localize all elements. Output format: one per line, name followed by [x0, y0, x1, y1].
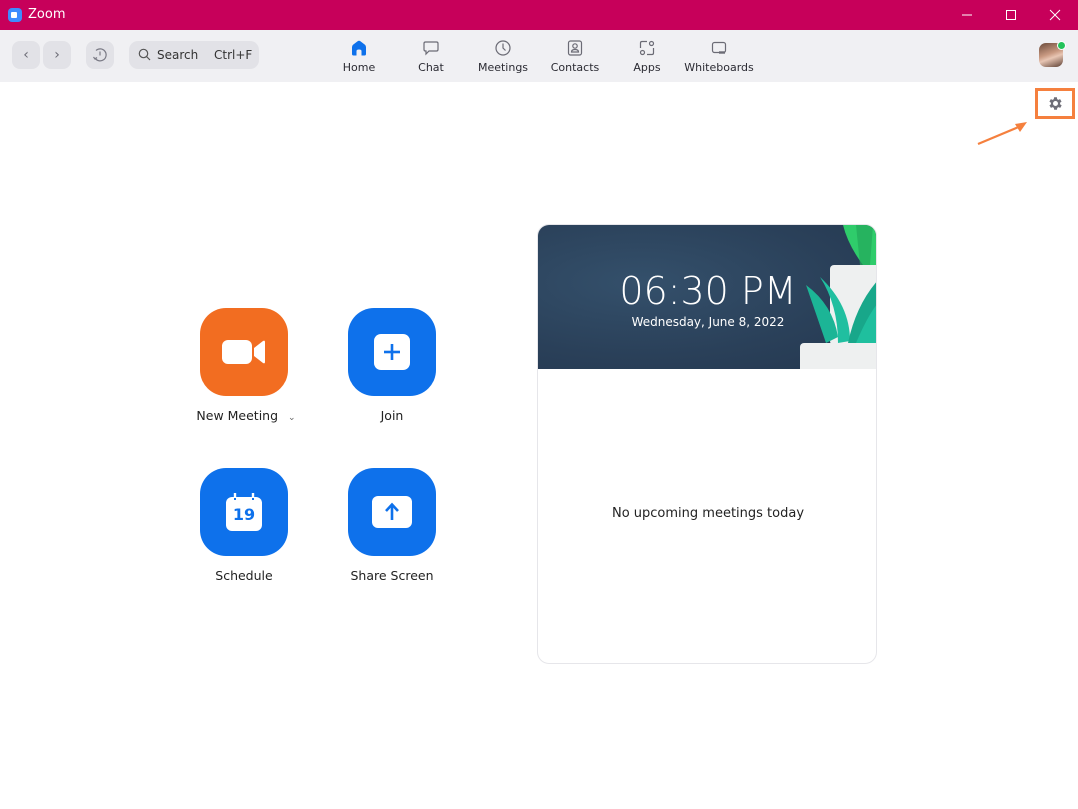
- minimize-icon: [962, 14, 972, 16]
- current-time: 06:30 PM: [619, 269, 797, 313]
- whiteboard-icon: [711, 41, 727, 54]
- no-meetings-message: No upcoming meetings today: [611, 506, 805, 521]
- tab-apps[interactable]: Apps: [611, 38, 683, 78]
- plus-icon: [374, 334, 410, 370]
- clock-icon: [495, 40, 511, 56]
- current-date: Wednesday, June 8, 2022: [631, 315, 785, 329]
- search-shortcut: Ctrl+F: [214, 48, 253, 62]
- chevron-left-icon: ‹: [23, 47, 29, 63]
- video-camera-icon: [222, 340, 265, 364]
- annotation-arrow-icon: [977, 122, 1027, 146]
- share-screen-button[interactable]: [348, 468, 436, 556]
- close-button[interactable]: [1032, 0, 1078, 30]
- history-icon: [93, 48, 107, 62]
- forward-button[interactable]: ›: [43, 41, 71, 69]
- chat-icon: [423, 41, 439, 56]
- close-icon: [1049, 9, 1061, 21]
- tab-meetings[interactable]: Meetings: [467, 38, 539, 78]
- tab-label: Contacts: [550, 61, 600, 74]
- back-button[interactable]: ‹: [12, 41, 40, 69]
- chevron-right-icon: ›: [54, 47, 60, 63]
- tab-label: Whiteboards: [684, 61, 754, 74]
- tab-label: Chat: [418, 61, 444, 74]
- minimize-button[interactable]: [944, 0, 990, 30]
- join-label: Join: [380, 408, 404, 423]
- chevron-down-icon[interactable]: ⌄: [288, 413, 296, 423]
- upcoming-meetings-card: 06:30 PM Wednesday, June 8, 2022 No upco…: [537, 224, 877, 664]
- history-button[interactable]: [86, 41, 114, 69]
- new-meeting-label[interactable]: New Meeting ⌄: [176, 408, 316, 423]
- tab-home[interactable]: Home: [323, 38, 395, 78]
- title-bar: Zoom: [0, 0, 1078, 30]
- tab-whiteboards[interactable]: Whiteboards: [683, 38, 755, 78]
- schedule-label: Schedule: [215, 568, 273, 583]
- maximize-icon: [1006, 10, 1016, 20]
- search-label: Search: [157, 48, 199, 62]
- settings-button[interactable]: [1035, 88, 1075, 119]
- top-toolbar: ‹ › Search Ctrl+F Home Chat Meetings Con…: [0, 30, 1078, 82]
- new-meeting-button[interactable]: [200, 308, 288, 396]
- tab-contacts[interactable]: Contacts: [539, 38, 611, 78]
- tab-label: Meetings: [477, 61, 529, 74]
- maximize-button[interactable]: [988, 0, 1034, 30]
- home-icon: [352, 40, 366, 56]
- schedule-button[interactable]: 19: [200, 468, 288, 556]
- share-screen-label: Share Screen: [350, 568, 434, 583]
- calendar-day: 19: [232, 505, 256, 524]
- tab-chat[interactable]: Chat: [395, 38, 467, 78]
- tab-label: Apps: [633, 61, 661, 74]
- apps-icon: [639, 40, 655, 56]
- search-box[interactable]: Search Ctrl+F: [129, 41, 259, 69]
- zoom-logo-icon: [8, 8, 22, 22]
- clock-banner: 06:30 PM Wednesday, June 8, 2022: [538, 225, 876, 369]
- tab-label: Home: [342, 61, 376, 74]
- action-label: New Meeting: [196, 408, 279, 423]
- share-screen-icon: [372, 496, 412, 528]
- gear-icon: [1048, 97, 1062, 110]
- search-icon: [138, 48, 151, 61]
- contact-icon: [567, 40, 583, 56]
- status-badge: [1057, 41, 1066, 50]
- join-button[interactable]: [348, 308, 436, 396]
- window-title: Zoom: [28, 7, 66, 22]
